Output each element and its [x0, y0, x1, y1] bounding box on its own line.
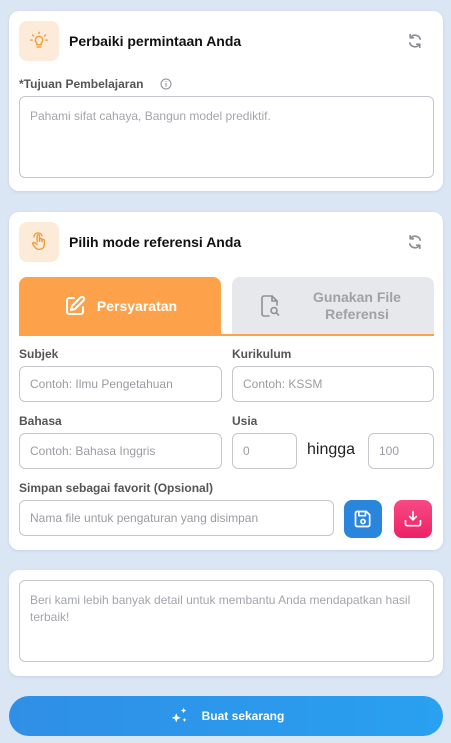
favorite-name-input[interactable]: Nama file untuk pengaturan yang disimpan: [19, 500, 334, 536]
lightbulb-icon: [19, 21, 59, 61]
refine-card: Perbaiki permintaan Anda *Tujuan Pembela…: [9, 11, 443, 191]
info-icon[interactable]: [160, 77, 172, 90]
refresh-icon[interactable]: [405, 232, 425, 252]
language-label: Bahasa: [19, 414, 62, 428]
edit-icon: [63, 294, 87, 318]
tab-reference-file-label: Gunakan File Referensi: [313, 288, 401, 322]
age-range-separator: hingga: [307, 441, 356, 458]
load-favorite-button[interactable]: [394, 500, 432, 538]
reference-title: Pilih mode referensi Anda: [69, 234, 242, 250]
details-field[interactable]: Beri kami lebih banyak detail untuk memb…: [19, 580, 434, 662]
subject-label: Subjek: [19, 347, 59, 361]
age-from-input[interactable]: 0: [232, 433, 297, 469]
tab-reference-file[interactable]: Gunakan File Referensi: [232, 277, 434, 334]
age-label: Usia: [232, 414, 258, 428]
tab-requirements-label: Persyaratan: [96, 297, 178, 314]
refine-title: Perbaiki permintaan Anda: [69, 33, 242, 49]
subject-input[interactable]: Contoh: Ilmu Pengetahuan: [19, 366, 222, 402]
refresh-icon[interactable]: [405, 31, 425, 51]
tab-requirements[interactable]: Persyaratan: [19, 277, 221, 334]
tab-divider: [19, 334, 434, 336]
favorite-label: Simpan sebagai favorit (Opsional): [19, 481, 214, 495]
generate-button-label: Buat sekarang: [201, 709, 285, 723]
generate-button[interactable]: Buat sekarang: [9, 696, 443, 736]
reference-card: Pilih mode referensi Anda Persyaratan Gu…: [9, 212, 443, 550]
language-input[interactable]: Contoh: Bahasa Inggris: [19, 433, 222, 469]
curriculum-label: Kurikulum: [232, 347, 292, 361]
save-favorite-button[interactable]: [344, 500, 382, 538]
curriculum-input[interactable]: Contoh: KSSM: [232, 366, 434, 402]
sparkles-icon: [168, 705, 190, 727]
file-search-icon: [259, 294, 281, 318]
learning-goal-label: *Tujuan Pembelajaran: [19, 77, 144, 91]
details-card: Beri kami lebih banyak detail untuk memb…: [9, 570, 443, 676]
floppy-disk-icon: [354, 510, 371, 528]
download-tray-icon: [404, 510, 422, 527]
hand-tap-icon: [19, 222, 59, 262]
learning-goal-field[interactable]: Pahami sifat cahaya, Bangun model predik…: [19, 96, 434, 178]
age-to-input[interactable]: 100: [368, 433, 434, 469]
